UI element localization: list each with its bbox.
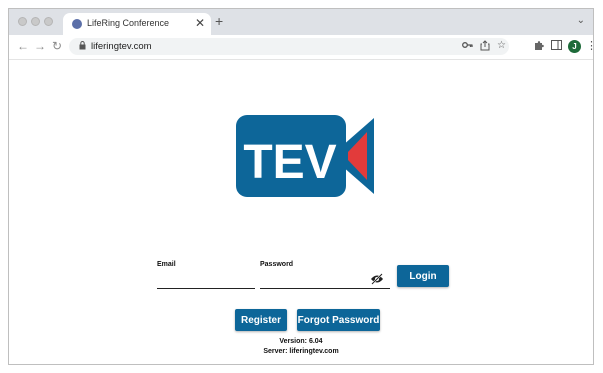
globe-icon xyxy=(72,19,82,29)
lock-icon xyxy=(79,41,86,52)
browser-toolbar: ← → ↻ liferingtev.com ☆ J ⋮ xyxy=(9,35,593,60)
profile-avatar[interactable]: J xyxy=(568,40,581,53)
logo-text: TEV xyxy=(243,136,336,189)
tab-title: LifeRing Conference xyxy=(87,18,170,28)
window-minimize-dot[interactable] xyxy=(31,17,40,26)
address-bar[interactable]: liferingtev.com ☆ xyxy=(69,38,509,55)
version-text: Version: 6.04 xyxy=(279,338,323,345)
sidebar-icon[interactable] xyxy=(551,40,562,54)
new-tab-button[interactable]: + xyxy=(215,13,223,29)
back-icon[interactable]: ← xyxy=(17,39,29,53)
forgot-password-button[interactable]: Forgot Password xyxy=(297,309,380,331)
email-field[interactable] xyxy=(157,274,255,289)
reload-icon[interactable]: ↻ xyxy=(52,39,62,53)
extensions-icon[interactable] xyxy=(534,40,545,55)
window-zoom-dot[interactable] xyxy=(44,17,53,26)
forward-icon[interactable]: → xyxy=(34,39,46,53)
page-content: TEV Email Password Login Register Forgot… xyxy=(9,60,593,364)
menu-icon[interactable]: ⋮ xyxy=(586,39,593,53)
tab-liferingconference[interactable]: LifeRing Conference ✕ xyxy=(63,13,211,35)
eye-slash-icon[interactable] xyxy=(370,272,384,285)
email-label: Email xyxy=(157,261,176,268)
close-icon[interactable]: ✕ xyxy=(195,16,205,30)
star-icon[interactable]: ☆ xyxy=(497,40,506,52)
browser-window: LifeRing Conference ✕ + ⌄ ← → ↻ lifering… xyxy=(8,8,594,365)
share-icon[interactable] xyxy=(480,40,490,55)
chevron-down-icon[interactable]: ⌄ xyxy=(577,15,585,26)
login-button[interactable]: Login xyxy=(397,265,449,287)
key-icon[interactable] xyxy=(462,40,473,54)
window-close-dot[interactable] xyxy=(18,17,27,26)
password-label: Password xyxy=(260,261,294,268)
tev-logo: TEV xyxy=(231,112,376,205)
url-text: liferingtev.com xyxy=(91,41,152,52)
tab-bar: LifeRing Conference ✕ + ⌄ xyxy=(9,9,593,35)
server-text: Server: liferingtev.com xyxy=(263,348,339,355)
register-button[interactable]: Register xyxy=(235,309,287,331)
